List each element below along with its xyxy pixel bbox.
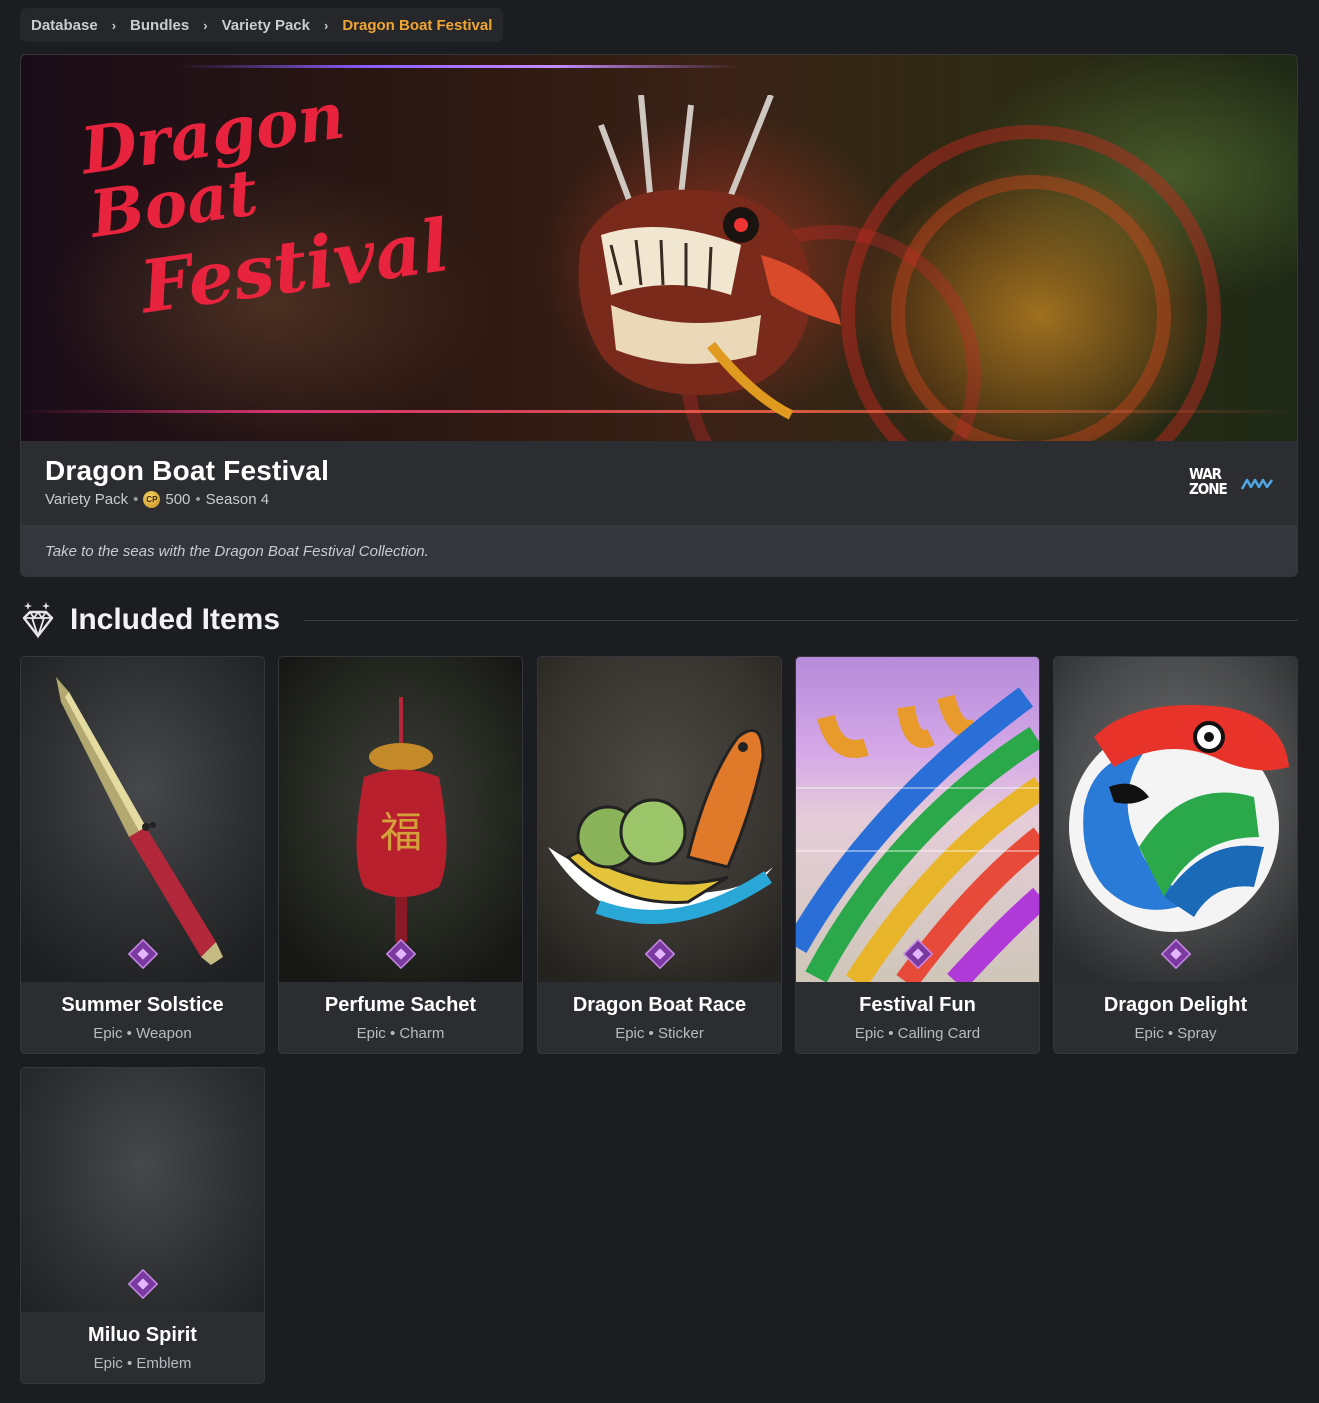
warzone-logo-line2: ZONE [1189,480,1228,498]
warzone-logo-icon[interactable]: WAR ZONE [1189,467,1228,501]
bundle-info: Dragon Boat Festival Variety Pack • CP 5… [21,441,1297,525]
rarity-epic-icon [645,939,675,969]
item-card[interactable]: Dragon Boat Race Epic • Sticker [537,656,782,1054]
diamond-icon [22,602,54,639]
bundle-meta: Variety Pack • CP 500 • Season 4 [45,491,269,508]
separator-dot: • [1167,1025,1178,1042]
item-category: Calling Card [897,1025,981,1042]
cod-points-icon: CP [143,491,161,508]
banner-stripe [181,65,741,68]
separator-dot: • [195,491,201,508]
item-image [21,657,264,982]
item-image: 福 [279,657,522,982]
breadcrumb-variety-pack[interactable]: Variety Pack [222,17,310,34]
bundle-type: Variety Pack [45,491,129,508]
bundle-banner-image: Dragon Boat Festival [21,55,1297,441]
calling-card-illustration [796,687,1039,982]
item-name: Perfume Sachet [324,994,477,1016]
rarity-epic-icon [386,939,416,969]
item-card[interactable]: Summer Solstice Epic • Weapon [20,656,265,1054]
item-name: Festival Fun [859,994,976,1016]
item-category: Charm [399,1025,445,1042]
breadcrumb-database[interactable]: Database [31,17,98,34]
item-card[interactable]: 福 Perfume Sachet Epic • Charm [278,656,523,1054]
item-rarity: Epic [854,1025,885,1042]
item-name: Summer Solstice [61,994,224,1016]
item-rarity: Epic [93,1025,123,1042]
rarity-epic-icon [128,939,158,969]
item-name: Dragon Delight [1103,994,1248,1016]
item-rarity: Epic [93,1355,123,1372]
bundle-description: Take to the seas with the Dragon Boat Fe… [21,525,1297,576]
sachet-illustration: 福 [356,697,447,942]
chevron-right-icon: › [203,17,208,33]
dragon-head-illustration [578,95,841,420]
bundle-price: 500 [165,491,191,508]
breadcrumb-bundles[interactable]: Bundles [130,17,189,34]
separator-dot: • [389,1025,400,1042]
included-items-header: Included Items [20,598,1298,642]
section-divider [304,619,1298,621]
separator-dot: • [126,1355,137,1372]
item-name: Dragon Boat Race [572,994,747,1016]
item-card[interactable]: Festival Fun Epic • Calling Card [795,656,1040,1054]
item-rarity: Epic [615,1025,645,1042]
separator-dot: • [648,1025,658,1042]
item-meta: Epic • Emblem [21,1355,264,1372]
separator-dot: • [133,491,139,508]
bundle-season: Season 4 [205,491,270,508]
item-meta: Epic • Weapon [21,1025,264,1042]
item-card[interactable]: Miluo Spirit Epic • Emblem [20,1067,265,1384]
banner-title-art: Dragon Boat Festival [77,71,464,339]
chevron-right-icon: › [323,17,329,33]
item-rarity: Epic [356,1025,386,1042]
item-image [538,657,781,982]
chevron-right-icon: › [111,17,117,33]
section-title: Included Items [70,603,281,636]
item-name: Miluo Spirit [88,1324,197,1346]
spray-illustration [1069,705,1289,932]
item-category: Weapon [136,1025,192,1042]
item-meta: Epic • Sticker [538,1025,781,1042]
rarity-epic-icon [1161,939,1191,969]
sticker-illustration [548,728,773,924]
breadcrumb: Database › Bundles › Variety Pack › Drag… [20,8,504,42]
knife-illustration [56,677,223,965]
item-category: Sticker [657,1025,704,1042]
mw-logo-icon[interactable] [1241,477,1273,491]
item-category: Emblem [136,1355,192,1372]
bundle-hero: Dragon Boat Festival Dragon Boat Festiva… [20,54,1298,577]
breadcrumb-current: Dragon Boat Festival [342,16,493,34]
item-meta: Epic • Spray [1054,1025,1297,1042]
rarity-epic-icon [128,1269,158,1299]
item-rarity: Epic [1134,1025,1164,1042]
item-meta: Epic • Charm [279,1025,522,1042]
rarity-epic-icon [903,939,933,969]
bundle-title: Dragon Boat Festival [45,455,330,486]
svg-text:福: 福 [380,808,422,857]
item-meta: Epic • Calling Card [796,1025,1039,1042]
item-category: Spray [1177,1025,1217,1042]
separator-dot: • [126,1025,137,1042]
separator-dot: • [888,1025,898,1042]
item-image [796,657,1039,982]
item-image [1054,657,1297,982]
item-card[interactable]: Dragon Delight Epic • Spray [1053,656,1298,1054]
